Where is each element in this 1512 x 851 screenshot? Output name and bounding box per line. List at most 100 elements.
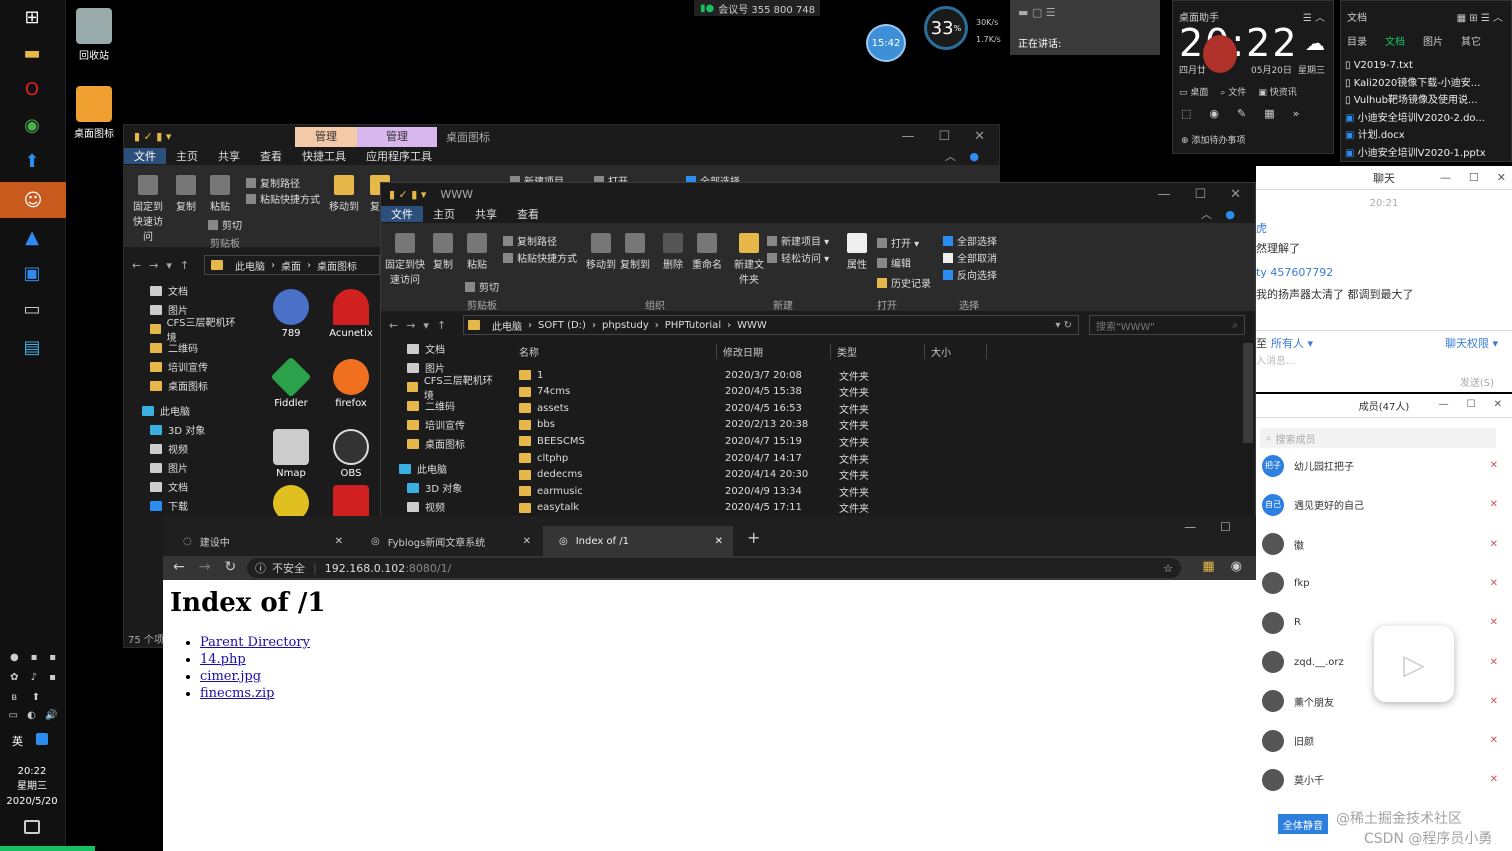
menu-view[interactable]: 查看 — [507, 206, 549, 222]
docs-tab-other[interactable]: 其它 — [1461, 33, 1481, 48]
nav-item[interactable]: 文档 — [132, 477, 236, 496]
app-789[interactable]: 789 — [261, 289, 321, 339]
scrollbar[interactable] — [1243, 343, 1253, 443]
pin-quick-access-button[interactable]: 固定到快速访问 — [385, 233, 425, 286]
mic-muted-icon[interactable]: ✕ — [1490, 657, 1498, 668]
explorer2-address-bar[interactable]: 此电脑 › SOFT (D:) › phpstudy › PHPTutorial › W… — [463, 315, 1079, 335]
window-controls[interactable]: — ☐ ✕ — [1157, 187, 1255, 202]
refresh-icon[interactable]: ▾ ↻ — [1049, 320, 1078, 331]
mic-muted-icon[interactable]: ✕ — [1490, 774, 1498, 785]
network-app-icon[interactable]: ▤ — [14, 332, 50, 362]
docs-tab-images[interactable]: 图片 — [1423, 33, 1443, 48]
opera-icon[interactable]: O — [14, 74, 50, 104]
search-input[interactable]: 搜索"WWW" ⌕ — [1089, 315, 1245, 335]
paste-button[interactable]: 粘贴 — [459, 233, 495, 271]
pin-quick-access-button[interactable]: 固定到快速访问 — [130, 175, 166, 243]
app-acunetix[interactable]: Acunetix — [321, 289, 381, 339]
history-button[interactable]: 历史记录 — [877, 275, 931, 290]
info-icon[interactable]: ⓘ — [255, 560, 266, 576]
nav-item[interactable]: 桌面图标 — [389, 434, 495, 453]
app-nmap[interactable]: Nmap — [261, 429, 321, 479]
doc-item[interactable]: ▯ Vulhub靶场镜像及使用说... — [1345, 92, 1489, 110]
terminal-icon[interactable]: ▭ — [14, 294, 50, 324]
ribbon-tab-manage2[interactable]: 管理 — [357, 127, 437, 147]
member-search-input[interactable]: ⌕ 搜索成员 — [1260, 428, 1496, 448]
paste-button[interactable]: 粘贴 — [202, 175, 238, 213]
menu-view[interactable]: 查看 — [250, 148, 292, 164]
assistant-menu-icon[interactable]: ☰ ︿ — [1303, 9, 1325, 24]
members-window-controls[interactable]: — ☐ ✕ — [1439, 399, 1502, 410]
menu-share[interactable]: 共享 — [465, 206, 507, 222]
new-tab-button[interactable]: + — [747, 528, 760, 547]
notification-icon[interactable] — [24, 820, 40, 834]
close-tab-icon[interactable]: ✕ — [523, 536, 531, 547]
tab-fyblogs[interactable]: ◎ Fyblogs新闻文章系统 ✕ — [355, 526, 541, 556]
nav-item[interactable]: CFS三层靶机环境 — [132, 318, 236, 344]
mute-all-button[interactable]: 全体静音 — [1278, 814, 1328, 834]
menu-app-tools[interactable]: 应用程序工具 — [356, 148, 442, 164]
close-tab-icon[interactable]: ✕ — [335, 536, 343, 547]
move-to-button[interactable]: 移动到 — [583, 233, 619, 271]
file-row[interactable]: 1 2020/3/7 20:08 文件夹 — [519, 367, 933, 383]
close-tab-icon[interactable]: ✕ — [715, 536, 723, 547]
properties-button[interactable]: 属性 — [839, 233, 875, 271]
copy-path-button[interactable]: 复制路径 — [246, 175, 300, 190]
url-bar[interactable]: ⓘ 不安全 | 192.168.0.102:8080/1/ ☆ — [247, 558, 1181, 578]
new-folder-button[interactable]: 新建文件夹 — [731, 233, 767, 286]
path-desktop-icons[interactable]: 桌面图标 — [311, 258, 363, 273]
copy-button[interactable]: 复制 — [425, 233, 461, 271]
nav-item[interactable]: 培训宣传 — [132, 357, 236, 376]
file-row[interactable]: assets 2020/4/5 16:53 文件夹 — [519, 400, 933, 416]
file-row[interactable]: 74cms 2020/4/5 15:38 文件夹 — [519, 384, 933, 400]
app-firefox[interactable]: firefox — [321, 359, 381, 409]
column-date[interactable]: 修改日期 — [717, 344, 831, 359]
reload-button[interactable]: ↻ — [224, 559, 236, 575]
path-soft-d[interactable]: SOFT (D:) — [532, 320, 592, 331]
window-controls[interactable]: — ☐ ✕ — [901, 129, 999, 144]
edit-button[interactable]: 编辑 — [877, 255, 911, 270]
back-button[interactable]: ← — [173, 559, 185, 575]
paste-shortcut-button[interactable]: 粘贴快捷方式 — [246, 191, 320, 206]
member-item[interactable]: 旧颜 ✕ — [1256, 721, 1512, 760]
easy-access-button[interactable]: 轻松访问 ▾ — [767, 250, 829, 265]
mic-muted-icon[interactable]: ✕ — [1490, 617, 1498, 628]
mic-muted-icon[interactable]: ✕ — [1490, 499, 1498, 510]
docs-tab-docs[interactable]: 文档 — [1385, 33, 1405, 48]
paste-shortcut-button[interactable]: 粘贴快捷方式 — [503, 250, 577, 265]
assistant-tools[interactable]: ⬚ ◉ ✎ ▦» — [1181, 107, 1299, 120]
chrome-icon[interactable]: ◉ — [14, 110, 50, 140]
cut-button[interactable]: 剪切 — [208, 217, 242, 232]
explorer2-nav-buttons[interactable]: ←→▾↑ — [389, 319, 454, 332]
recipient-dropdown[interactable]: 所有人 ▾ — [1271, 335, 1313, 351]
mic-muted-icon[interactable]: ✕ — [1490, 460, 1498, 471]
browser-window-controls[interactable]: —☐✕ — [1184, 520, 1265, 534]
timer-circle[interactable]: 15:42 — [866, 24, 906, 62]
help-icon[interactable]: ︿ ● — [935, 148, 999, 164]
mic-muted-icon[interactable]: ✕ — [1490, 539, 1498, 550]
ime-icon[interactable] — [36, 733, 48, 745]
docs-controls[interactable]: ▦ ⊞ ☰ ︿ — [1457, 9, 1503, 24]
chat-permission-button[interactable]: 聊天权限 ▾ — [1445, 335, 1498, 351]
tencent-meeting-icon[interactable]: ▲ — [14, 222, 50, 252]
link-parent-directory[interactable]: Parent Directory — [200, 635, 310, 650]
quick-access-toolbar[interactable]: ▮ ✓ ▮ ▾ — [134, 130, 171, 143]
member-item[interactable]: 徽 ✕ — [1256, 525, 1512, 564]
windows-start-icon[interactable]: ⊞ — [14, 2, 50, 32]
nav-item[interactable]: 图片 — [132, 458, 236, 477]
panel-controls[interactable]: ▬ ▢ ☰ — [1018, 6, 1056, 19]
menu-file[interactable]: 文件 — [124, 148, 166, 164]
member-item[interactable]: fkp ✕ — [1256, 564, 1512, 603]
link-finecms-zip[interactable]: finecms.zip — [200, 686, 274, 701]
column-size[interactable]: 大小 — [925, 344, 987, 359]
column-type[interactable]: 类型 — [831, 344, 925, 359]
chat-input[interactable]: 入消息... — [1256, 352, 1296, 367]
nav-item[interactable]: 文档 — [132, 281, 236, 300]
bookmark-star-icon[interactable]: ☆ — [1163, 562, 1173, 575]
nav-item[interactable]: 3D 对象 — [389, 478, 495, 497]
member-item[interactable]: 自己 遇见更好的自己 ✕ — [1256, 485, 1512, 524]
menu-share[interactable]: 共享 — [208, 148, 250, 164]
file-row[interactable]: easytalk 2020/4/5 17:11 文件夹 — [519, 500, 933, 516]
tab-building[interactable]: ◌ 建设中 ✕ — [167, 526, 353, 556]
desktop-btn[interactable]: ▭ 桌面 — [1179, 85, 1208, 98]
file-row[interactable]: BEESCMS 2020/4/7 15:19 文件夹 — [519, 433, 933, 449]
